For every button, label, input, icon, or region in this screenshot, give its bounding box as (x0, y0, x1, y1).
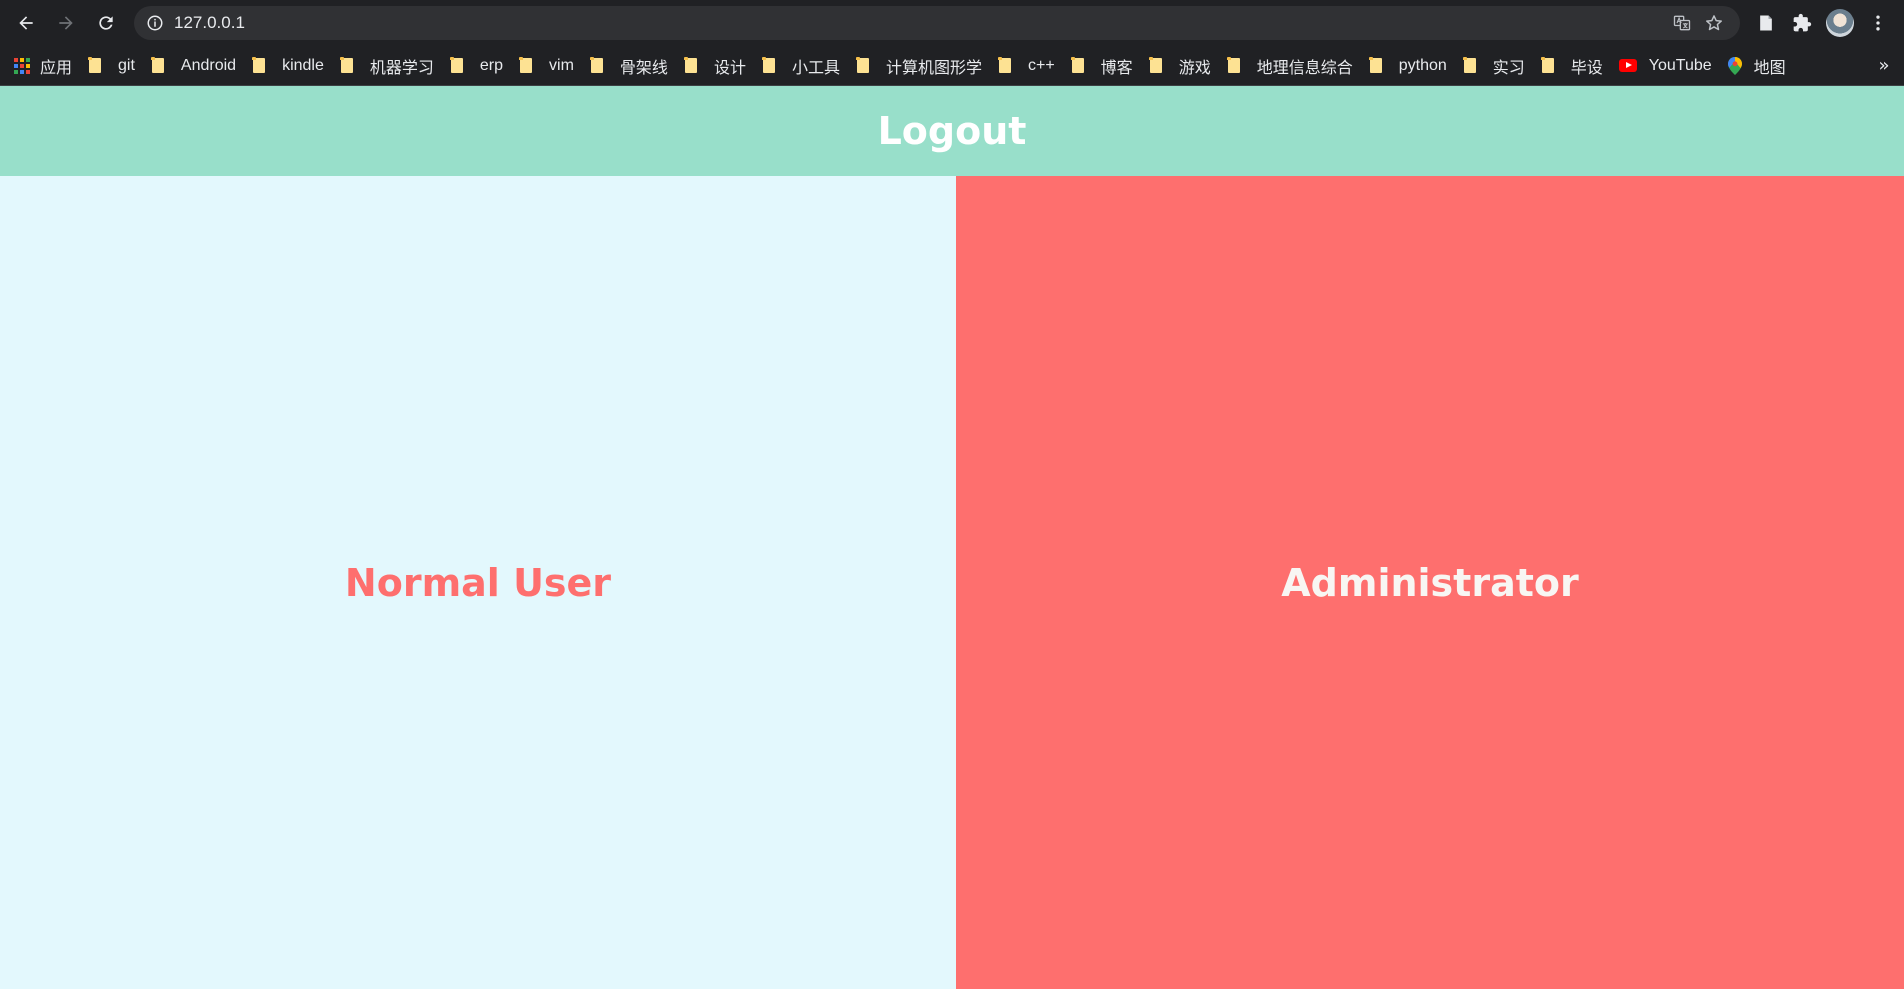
bookmark-folder-design[interactable]: 设计 (678, 51, 756, 81)
bookmark-label: 地理信息综合 (1256, 59, 1353, 77)
folder-icon (1148, 57, 1163, 74)
profile-avatar[interactable] (1826, 9, 1854, 37)
folder-icon (589, 57, 604, 74)
bookmark-label: c++ (1027, 56, 1055, 74)
bookmark-label: 游戏 (1178, 59, 1211, 77)
folder-icon (1070, 57, 1085, 74)
bookmark-label: 骨架线 (619, 59, 668, 77)
translate-icon (1673, 15, 1691, 31)
reload-icon (99, 16, 113, 30)
folder-icon (88, 57, 102, 74)
bookmark-label: vim (549, 56, 574, 74)
bookmark-folder-graduation[interactable]: 毕设 (1535, 51, 1613, 81)
bookmark-folder-machine-learning[interactable]: 机器学习 (334, 51, 444, 81)
bookmark-folder-blog[interactable]: 博客 (1065, 51, 1143, 81)
folder-icon (1226, 57, 1241, 74)
arrow-left-icon (19, 16, 33, 30)
browser-menu-button[interactable] (1860, 5, 1896, 41)
reload-button[interactable] (88, 5, 124, 41)
bookmark-label: git (118, 56, 135, 74)
folder-icon (1540, 57, 1555, 74)
folder-icon (761, 57, 776, 74)
bookmark-label: 毕设 (1570, 59, 1603, 77)
bookmark-folder-android[interactable]: Android (145, 51, 246, 81)
bookmarks-bar: 应用 git Android kindle 机器学习 erp vim 骨架线 设… (0, 46, 1904, 86)
folder-icon (252, 57, 266, 74)
logout-button[interactable]: Logout (878, 109, 1027, 153)
bookmark-label: python (1398, 56, 1447, 74)
bookmark-folder-gis[interactable]: 地理信息综合 (1221, 51, 1363, 81)
bookmark-folder-erp[interactable]: erp (444, 51, 513, 81)
folder-icon (150, 57, 165, 74)
star-icon (1706, 15, 1722, 31)
bookmark-label: 应用 (40, 59, 73, 77)
role-selection: Normal User Administrator (0, 176, 1904, 989)
bookmark-label: 机器学习 (369, 59, 434, 77)
document-icon (1760, 15, 1772, 31)
more-vertical-icon (1876, 15, 1880, 31)
browser-toolbar: 127.0.0.1 (0, 0, 1904, 46)
bookmark-star-button[interactable] (1698, 9, 1730, 37)
puzzle-icon (1793, 13, 1812, 32)
reading-list-button[interactable] (1748, 5, 1784, 41)
bookmark-label: Android (180, 56, 237, 74)
more-bookmarks-button[interactable]: » (1872, 55, 1896, 76)
bookmark-folder-games[interactable]: 游戏 (1143, 51, 1221, 81)
url-text: 127.0.0.1 (174, 13, 245, 32)
bookmark-label: 地图 (1753, 59, 1786, 77)
address-bar[interactable]: 127.0.0.1 (134, 6, 1740, 40)
map-pin-icon (1727, 56, 1742, 75)
youtube-icon (1618, 59, 1637, 72)
bookmark-folder-cpp[interactable]: c++ (992, 51, 1065, 81)
bookmark-apps[interactable]: 应用 (8, 51, 82, 81)
folder-icon (519, 57, 533, 74)
normal-user-panel[interactable]: Normal User (0, 176, 956, 989)
normal-user-label: Normal User (344, 560, 612, 605)
translate-button[interactable] (1666, 9, 1698, 37)
apps-icon (14, 57, 30, 74)
bookmark-label: 设计 (713, 59, 746, 77)
folder-icon (449, 57, 464, 74)
page-content: Logout Normal User Administrator (0, 86, 1904, 989)
bookmark-folder-python[interactable]: python (1363, 51, 1457, 81)
folder-icon (1462, 57, 1477, 74)
page-header: Logout (0, 86, 1904, 176)
bookmark-label: 计算机图形学 (885, 59, 982, 77)
forward-button[interactable] (48, 5, 84, 41)
site-info-icon[interactable] (146, 14, 164, 32)
bookmark-youtube[interactable]: YouTube (1613, 51, 1722, 81)
bookmark-folder-vim[interactable]: vim (513, 51, 584, 81)
bookmark-label: YouTube (1648, 56, 1712, 74)
bookmark-label: 小工具 (791, 59, 840, 77)
bookmark-label: 实习 (1492, 59, 1525, 77)
back-button[interactable] (8, 5, 44, 41)
bookmark-label: 博客 (1100, 59, 1133, 77)
administrator-label: Administrator (1281, 560, 1579, 605)
bookmark-maps[interactable]: 地图 (1722, 51, 1796, 81)
folder-icon (1368, 57, 1383, 74)
folder-icon (997, 57, 1012, 74)
bookmark-label: kindle (282, 56, 324, 74)
extensions-button[interactable] (1784, 5, 1820, 41)
bookmark-label: erp (479, 56, 504, 74)
arrow-right-icon (59, 16, 73, 30)
bookmark-folder-tools[interactable]: 小工具 (756, 51, 850, 81)
bookmark-folder-skeleton[interactable]: 骨架线 (584, 51, 678, 81)
folder-icon (339, 57, 354, 74)
bookmark-folder-git[interactable]: git (82, 51, 145, 81)
folder-icon (855, 57, 870, 74)
bookmark-folder-internship[interactable]: 实习 (1457, 51, 1535, 81)
administrator-panel[interactable]: Administrator (956, 176, 1904, 989)
folder-icon (683, 57, 698, 74)
bookmark-folder-graphics[interactable]: 计算机图形学 (850, 51, 992, 81)
bookmark-folder-kindle[interactable]: kindle (246, 51, 334, 81)
